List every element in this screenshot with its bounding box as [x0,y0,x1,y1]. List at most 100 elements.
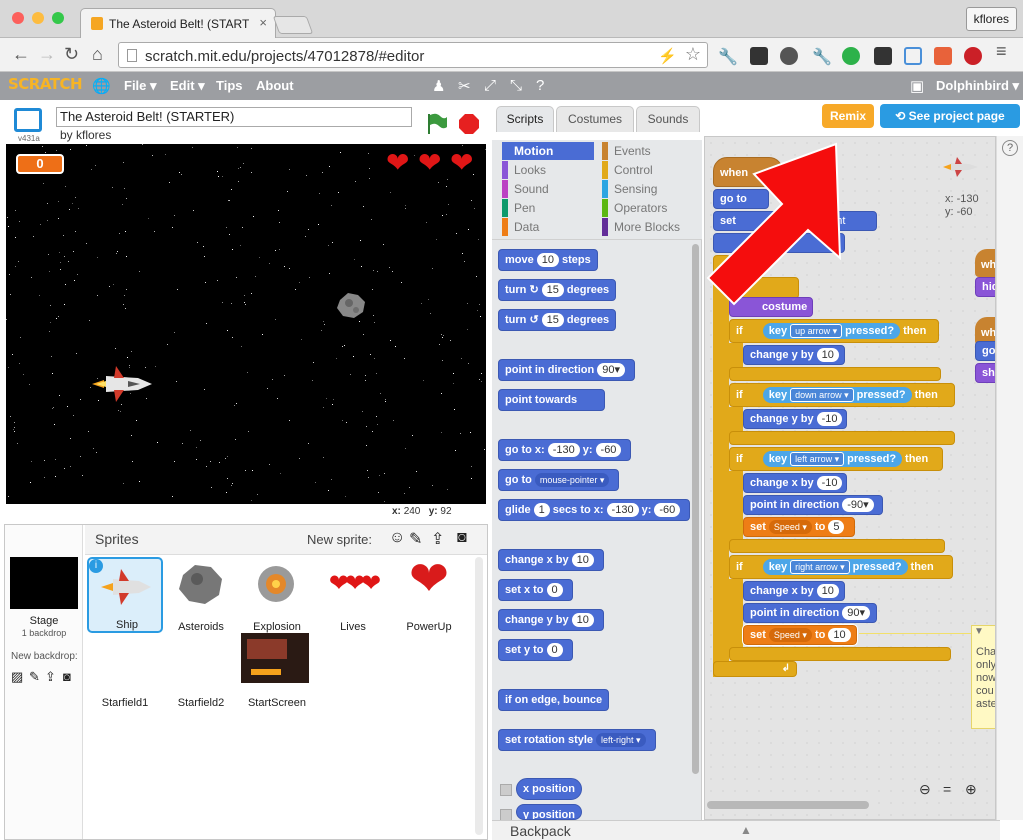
block-if-right-arrow[interactable]: if key right arrow ▾ pressed? then [729,555,953,579]
green-flag-icon[interactable] [426,112,448,136]
block-set-rotation-style[interactable]: set rotation style left-right ▾ [498,729,656,751]
fullscreen-icon[interactable] [14,108,42,132]
block-change-y[interactable]: change y by 10 [498,609,604,631]
sprite-starfield1[interactable]: Starfield1 [87,633,163,709]
new-tab-button[interactable] [272,16,314,34]
paint-backdrop-icon[interactable]: ✎ [29,669,40,685]
grow-tool-icon[interactable]: ⤢ [484,77,496,94]
stage-thumbnail[interactable] [10,557,78,609]
block-y-position[interactable]: y position [516,804,582,820]
help-icon[interactable]: ? [1002,140,1018,156]
block-change-y-down[interactable]: change y by -10 [743,409,847,429]
block-if-down-arrow[interactable]: if key down arrow ▾ pressed? then [729,383,955,407]
category-pen[interactable]: Pen [502,199,594,217]
evernote-icon[interactable] [842,47,860,65]
block-move-steps[interactable]: move 10 steps [498,249,598,271]
sprite-powerup[interactable]: ❤ PowerUp [391,555,467,634]
sprite-asteroids[interactable]: Asteroids [163,557,239,633]
camera-sprite-icon[interactable]: ◙ [457,529,467,547]
shrink-tool-icon[interactable]: ⤡ [510,77,522,94]
zoom-out-icon[interactable]: ⊖ [919,781,931,798]
partial-go-block[interactable]: go [975,341,995,361]
back-icon[interactable]: ← [12,44,30,65]
block-point-in-direction[interactable]: point in direction 90▾ [498,359,635,381]
block-turn-right[interactable]: turn ↻ 15 degrees [498,279,617,301]
layers-icon[interactable] [874,47,892,65]
scratch-logo[interactable]: SCRATCH [8,75,83,93]
sprite-explosion[interactable]: Explosion [239,557,315,633]
menu-edit[interactable]: Edit ▾ [170,78,205,94]
block-set-speed-10[interactable]: set Speed ▾ to 10 [742,624,858,646]
block-set-y[interactable]: set y to 0 [498,639,573,661]
screen-icon[interactable] [904,47,922,65]
category-looks[interactable]: Looks [502,161,594,179]
mask-icon[interactable] [780,47,798,65]
palette-scrollbar[interactable] [692,244,699,774]
block-if-on-edge-bounce[interactable]: if on edge, bounce [498,689,610,711]
menu-about[interactable]: About [256,78,294,93]
sprite-ship[interactable]: i Ship [87,557,163,633]
help-tool-icon[interactable]: ? [536,77,544,94]
expand-backpack-icon[interactable]: ▲ [740,823,752,837]
browser-tab[interactable]: The Asteroid Belt! (STARTE × [80,8,276,38]
sprite-lives[interactable]: ❤❤❤ Lives [315,557,391,633]
pinterest-icon[interactable] [964,47,982,65]
close-window-button[interactable] [12,12,24,24]
forward-icon[interactable]: → [38,44,56,65]
ok-icon[interactable] [934,47,952,65]
address-bar[interactable]: scratch.mit.edu/projects/47012878/#edito… [118,42,708,68]
delete-tool-icon[interactable]: ✂ [458,77,471,95]
username-menu[interactable]: Dolphinbird ▾ [936,78,1019,94]
menu-file[interactable]: File ▾ [124,78,157,94]
reload-icon[interactable]: ↻ [64,44,79,65]
category-events[interactable]: Events [602,142,694,160]
block-change-x-right[interactable]: change x by 10 [743,581,845,601]
globe-icon[interactable]: 🌐 [92,77,111,95]
category-motion[interactable]: Motion [502,142,594,160]
ship-sprite[interactable] [90,362,156,406]
paint-sprite-icon[interactable]: ✎ [409,529,422,549]
sprite-starfield2[interactable]: Starfield2 [163,633,239,709]
asteroid-sprite[interactable] [334,290,368,320]
block-change-x[interactable]: change x by 10 [498,549,604,571]
block-turn-left[interactable]: turn ↺ 15 degrees [498,309,617,331]
block-x-position[interactable]: x position [516,778,582,800]
block-set-speed-5[interactable]: set Speed ▾ to 5 [743,517,855,537]
sprite-scrollbar[interactable] [475,557,483,835]
tool-icon[interactable]: 🔧 [812,47,832,66]
camera-backdrop-icon[interactable]: ◙ [63,669,71,684]
xposition-checkbox[interactable] [500,784,512,796]
category-operators[interactable]: Operators [602,199,694,217]
menu-icon[interactable]: ≡ [996,41,1007,62]
tab-sounds[interactable]: Sounds [636,106,700,132]
category-data[interactable]: Data [502,218,594,236]
pocket-icon[interactable] [750,47,768,65]
maximize-window-button[interactable] [52,12,64,24]
category-more-blocks[interactable]: More Blocks [602,218,694,236]
block-if-up-arrow[interactable]: if key up arrow ▾ pressed? then [729,319,939,343]
menu-tips[interactable]: Tips [216,78,243,93]
category-control[interactable]: Control [602,161,694,179]
partial-hide-block[interactable]: hid [975,277,995,297]
partial-show-block[interactable]: sho [975,363,995,383]
block-if-left-arrow[interactable]: if key left arrow ▾ pressed? then [729,447,943,471]
block-point-left[interactable]: point in direction -90▾ [743,495,883,515]
upload-backdrop-icon[interactable]: ⇪ [45,669,56,685]
stop-sign-icon[interactable] [458,113,480,135]
zoom-in-icon[interactable]: ⊕ [965,781,977,798]
partial-hat-block[interactable]: wh [975,249,995,277]
remix-button[interactable]: Remix [822,104,874,128]
tab-costumes[interactable]: Costumes [556,106,634,132]
script-h-scrollbar[interactable] [707,801,869,809]
block-go-to[interactable]: go to mouse-pointer ▾ [498,469,620,491]
script-comment[interactable]: ▼ Cha only now cou aste [971,625,995,729]
home-icon[interactable]: ⌂ [92,44,103,65]
wrench-icon[interactable]: 🔧 [718,47,738,66]
block-glide[interactable]: glide 1 secs to x: -130 y: -60 [498,499,691,521]
bookmark-star-icon[interactable]: ☆ [685,44,701,65]
block-point-towards[interactable]: point towards [498,389,605,411]
stage-canvas[interactable]: 0 ❤ ❤ ❤ [6,144,486,504]
close-tab-icon[interactable]: × [259,15,267,30]
block-point-right[interactable]: point in direction 90▾ [743,603,877,623]
block-change-y-up[interactable]: change y by 10 [743,345,845,365]
